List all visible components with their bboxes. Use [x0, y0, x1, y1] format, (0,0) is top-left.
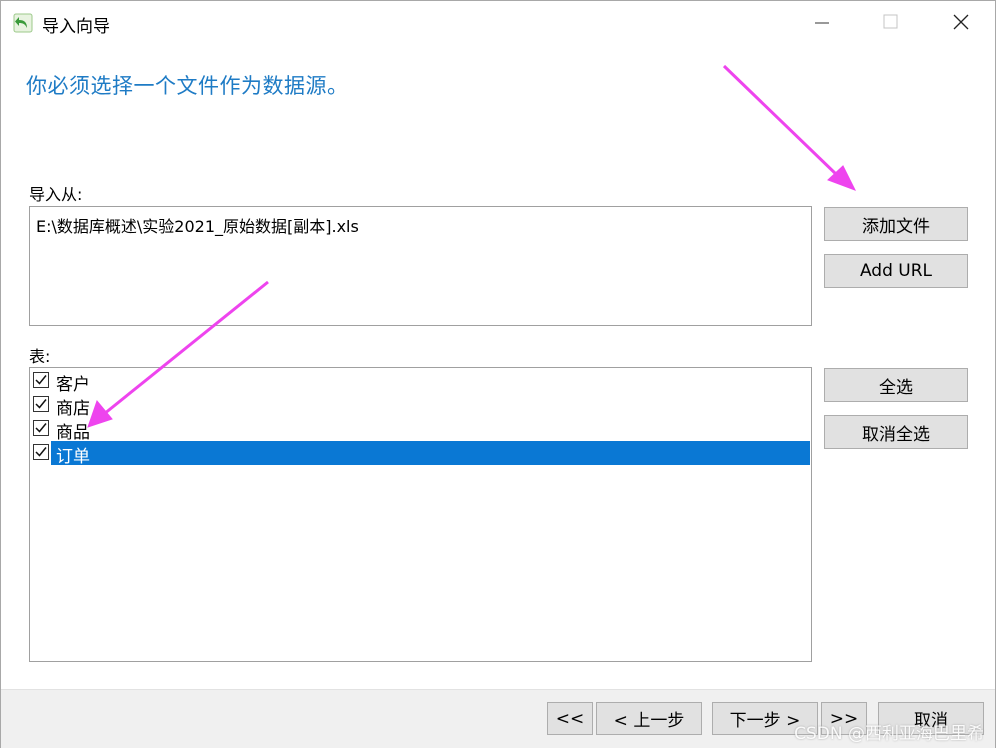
table-checkbox[interactable]: [33, 372, 49, 388]
file-list-box[interactable]: E:\数据库概述\实验2021_原始数据[副本].xls: [29, 206, 812, 326]
window-title: 导入向导: [42, 17, 110, 37]
table-name: 订单: [56, 447, 90, 467]
table-row-product[interactable]: 商品: [31, 417, 810, 443]
add-url-button[interactable]: Add URL: [824, 254, 968, 288]
table-row-order[interactable]: 订单: [31, 441, 810, 467]
minimize-button[interactable]: [804, 7, 840, 37]
first-step-button[interactable]: <<: [547, 702, 593, 735]
table-name: 商店: [56, 399, 90, 419]
deselect-all-button[interactable]: 取消全选: [824, 415, 968, 449]
file-path-item[interactable]: E:\数据库概述\实验2021_原始数据[副本].xls: [36, 213, 359, 237]
selection-highlight: [51, 441, 810, 465]
table-checkbox[interactable]: [33, 444, 49, 460]
maximize-button[interactable]: [872, 7, 908, 37]
add-file-button[interactable]: 添加文件: [824, 207, 968, 241]
page-heading: 你必须选择一个文件作为数据源。: [26, 74, 349, 98]
table-name: 客户: [56, 375, 90, 395]
table-checkbox[interactable]: [33, 420, 49, 436]
close-button[interactable]: [943, 7, 979, 37]
import-from-label: 导入从:: [29, 185, 83, 204]
watermark: CSDN @西利亚海巴里希: [794, 724, 984, 744]
table-list-box[interactable]: 客户 商店 商品 订单: [29, 367, 812, 662]
title-bar: 导入向导: [1, 1, 995, 45]
import-wizard-window: 导入向导 你必须选择一个文件作为数据源。 导入从: E:\数据库概述\实验202…: [0, 0, 996, 748]
table-row-store[interactable]: 商店: [31, 393, 810, 419]
back-arrow-icon: [13, 13, 33, 33]
previous-step-button[interactable]: < 上一步: [596, 702, 702, 735]
select-all-button[interactable]: 全选: [824, 368, 968, 402]
table-checkbox[interactable]: [33, 396, 49, 412]
table-row-customer[interactable]: 客户: [31, 369, 810, 395]
table-name: 商品: [56, 423, 90, 443]
tables-label: 表:: [29, 347, 51, 366]
